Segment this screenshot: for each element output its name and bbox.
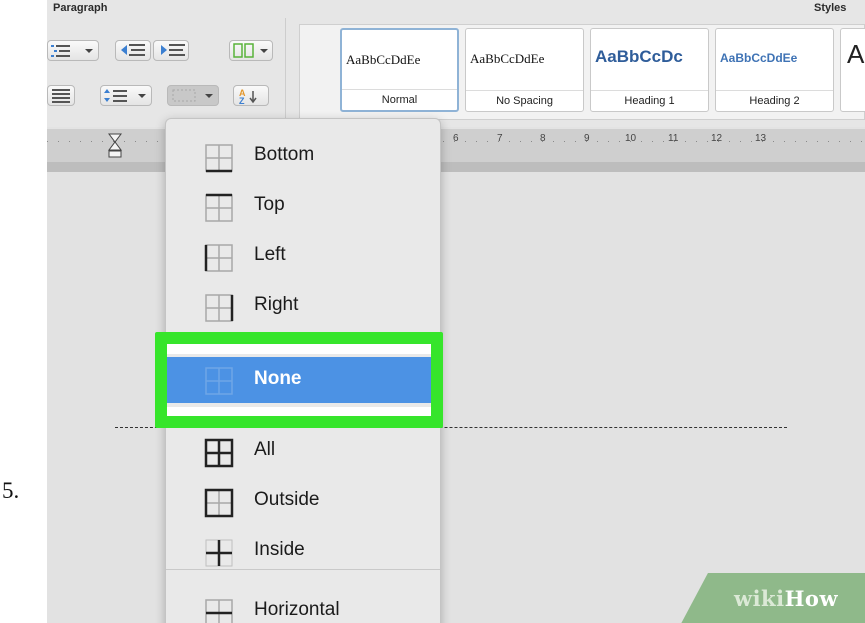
ribbon: Paragraph Styles A Z AaBbCcDdEe Normal A… bbox=[47, 0, 865, 127]
menu-separator bbox=[166, 569, 440, 570]
menu-item-label: Right bbox=[254, 294, 299, 315]
wikihow-watermark: wikiHow bbox=[734, 586, 838, 611]
border-top-icon bbox=[205, 193, 233, 222]
multilevel-list-icon bbox=[51, 45, 93, 57]
style-title[interactable]: A bbox=[840, 28, 865, 112]
border-outside-icon bbox=[204, 488, 234, 518]
style-normal[interactable]: AaBbCcDdEe Normal bbox=[340, 28, 459, 112]
step-number: 5. bbox=[2, 478, 20, 503]
ruler-number: 11 bbox=[668, 133, 679, 144]
menu-item-label: Outside bbox=[254, 489, 320, 510]
styles-group-label: Styles bbox=[814, 2, 847, 14]
line-spacing-button[interactable] bbox=[100, 85, 152, 106]
style-name: Normal bbox=[342, 89, 457, 110]
style-name: Heading 2 bbox=[716, 90, 833, 111]
menu-item-right[interactable]: Right bbox=[166, 282, 440, 330]
watermark-part1: wiki bbox=[734, 586, 785, 611]
menu-item-label: Horizontal bbox=[254, 599, 340, 620]
border-right-icon bbox=[205, 294, 234, 322]
increase-indent-button[interactable] bbox=[153, 40, 189, 61]
indent-marker-icon[interactable] bbox=[108, 133, 122, 159]
style-heading-1[interactable]: AaBbCcDc Heading 1 bbox=[590, 28, 709, 112]
style-sample: AaBbCcDdEe bbox=[346, 52, 421, 67]
menu-item-inside[interactable]: Inside bbox=[166, 527, 440, 575]
increase-indent-icon bbox=[161, 44, 185, 56]
highlight-box bbox=[155, 332, 443, 428]
border-horizontal-icon bbox=[205, 599, 233, 623]
paragraph-group-label: Paragraph bbox=[53, 2, 108, 14]
decrease-indent-icon bbox=[121, 44, 145, 56]
border-bottom-icon bbox=[205, 144, 233, 173]
borders-button[interactable] bbox=[167, 85, 219, 106]
multilevel-list-button[interactable] bbox=[47, 40, 99, 61]
columns-icon bbox=[233, 43, 268, 58]
menu-item-label: Inside bbox=[254, 539, 305, 560]
ribbon-separator bbox=[285, 18, 286, 122]
ruler-number: 7 bbox=[497, 133, 503, 144]
style-no-spacing[interactable]: AaBbCcDdEe No Spacing bbox=[465, 28, 584, 112]
style-name: No Spacing bbox=[466, 90, 583, 111]
watermark-part2: How bbox=[784, 586, 839, 611]
menu-item-left[interactable]: Left bbox=[166, 232, 440, 280]
style-name: Heading 1 bbox=[591, 90, 708, 111]
menu-item-label: Left bbox=[254, 244, 286, 265]
menu-item-label: All bbox=[254, 439, 276, 460]
justify-button[interactable] bbox=[47, 85, 75, 106]
sort-icon: A Z bbox=[239, 88, 257, 105]
style-sample: A bbox=[847, 39, 865, 69]
ruler-number: 8 bbox=[540, 133, 546, 144]
sort-button[interactable]: A Z bbox=[233, 85, 269, 106]
line-spacing-icon bbox=[104, 89, 146, 102]
svg-text:Z: Z bbox=[239, 96, 245, 105]
menu-item-label: Bottom bbox=[254, 144, 315, 165]
ruler-number: 12 bbox=[711, 133, 723, 144]
menu-item-outside[interactable]: Outside bbox=[166, 477, 440, 525]
ruler-number: 9 bbox=[584, 133, 590, 144]
menu-item-bottom[interactable]: Bottom bbox=[166, 132, 440, 180]
borders-icon bbox=[172, 89, 213, 102]
menu-item-top[interactable]: Top bbox=[166, 182, 440, 230]
word-screenshot: Paragraph Styles A Z AaBbCcDdEe Normal A… bbox=[47, 0, 865, 623]
menu-item-horizontal[interactable]: Horizontal bbox=[166, 587, 440, 623]
style-heading-2[interactable]: AaBbCcDdEe Heading 2 bbox=[715, 28, 834, 112]
ruler-number: 13 bbox=[755, 133, 767, 144]
decrease-indent-button[interactable] bbox=[115, 40, 151, 61]
style-sample: AaBbCcDdEe bbox=[720, 51, 798, 65]
columns-button[interactable] bbox=[229, 40, 273, 61]
menu-item-label: Top bbox=[254, 194, 285, 215]
justify-icon bbox=[52, 89, 70, 103]
ruler-number: 10 bbox=[625, 133, 637, 144]
style-sample: AaBbCcDdEe bbox=[470, 51, 545, 66]
border-all-icon bbox=[204, 438, 234, 468]
menu-item-all[interactable]: All bbox=[166, 427, 440, 475]
style-sample: AaBbCcDc bbox=[595, 47, 683, 66]
border-inside-icon bbox=[205, 539, 233, 567]
ruler-number: 6 bbox=[453, 133, 459, 144]
border-left-icon bbox=[204, 244, 233, 272]
